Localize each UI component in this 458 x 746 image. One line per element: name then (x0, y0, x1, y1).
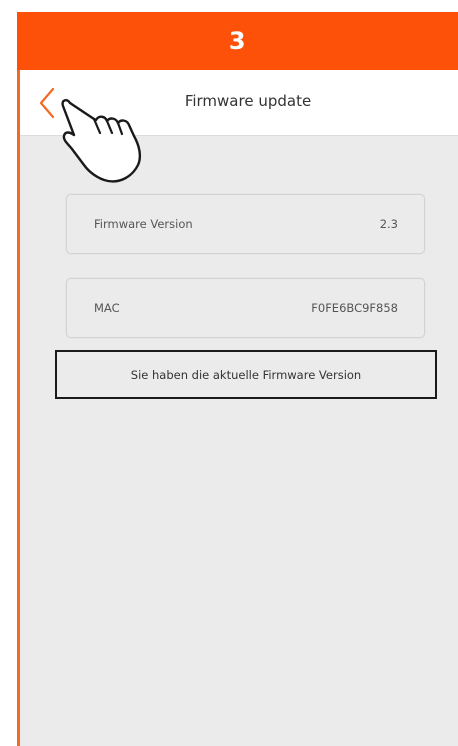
step-number: 3 (228, 27, 247, 55)
tutorial-page: 3 Firmware update Firmware Version 2.3 M… (0, 0, 458, 746)
app-header: Firmware update (20, 70, 458, 136)
page-title: Firmware update (184, 92, 312, 110)
firmware-version-card: Firmware Version 2.3 (66, 194, 425, 254)
status-text: Sie haben die aktuelle Firmware Version (130, 367, 362, 382)
step-banner: 3 (17, 12, 458, 70)
firmware-version-value: 2.3 (379, 217, 398, 231)
phone-screen: Firmware update Firmware Version 2.3 MAC… (17, 70, 458, 746)
mac-value: F0FE6BC9F858 (311, 301, 398, 315)
firmware-version-label: Firmware Version (94, 217, 193, 231)
firmware-status-message: Sie haben die aktuelle Firmware Version (55, 350, 437, 399)
mac-label: MAC (94, 301, 120, 315)
mac-card: MAC F0FE6BC9F858 (66, 278, 425, 338)
